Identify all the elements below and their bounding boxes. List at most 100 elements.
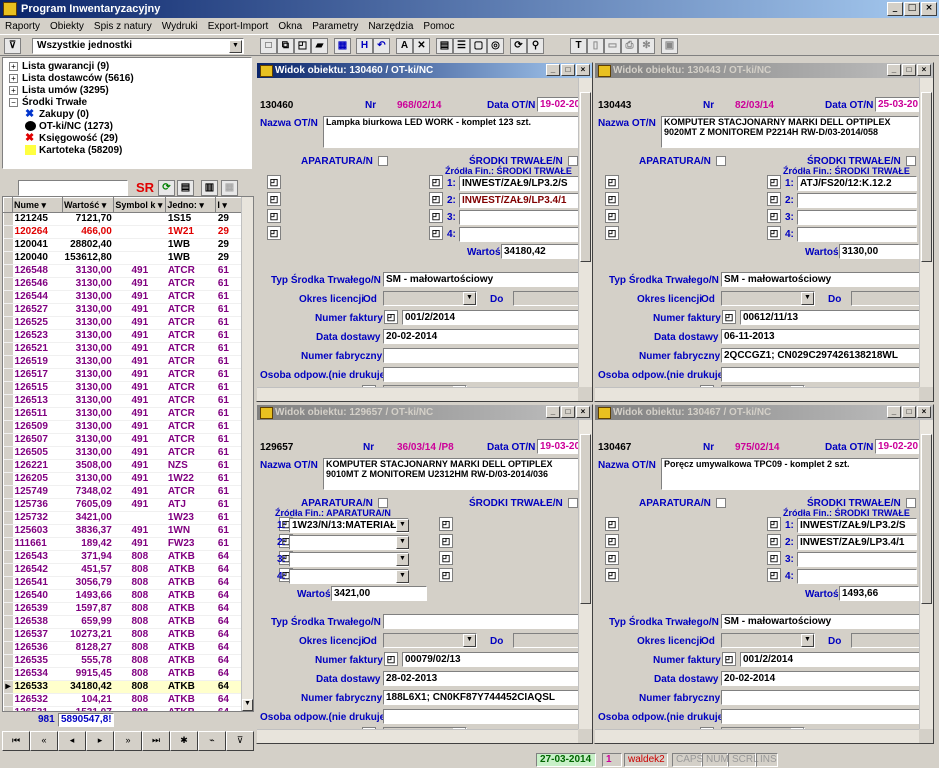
table-row[interactable]: ▸ 126533 34180,42 808 ATKB 64 <box>3 680 246 694</box>
invoice-picker-icon[interactable]: ◰ <box>384 310 398 324</box>
wartosc-field[interactable]: 1493,66 <box>839 586 919 601</box>
table-row[interactable]: 126513 3130,00 491 ATCR 61 <box>3 394 246 408</box>
vertical-scrollbar[interactable] <box>919 78 933 387</box>
horizontal-scrollbar[interactable] <box>595 729 919 743</box>
refresh-icon[interactable]: ⟳ <box>158 180 175 196</box>
table-row[interactable]: 126538 659,99 808 ATKB 64 <box>3 615 246 629</box>
picker-icon[interactable]: ◰ <box>605 175 619 189</box>
window-titlebar[interactable]: Widok obiektu: 129657 / OT-ki/NC _ □ × <box>257 405 592 420</box>
window-icon[interactable]: ▢ <box>470 38 487 54</box>
osoba-field[interactable] <box>721 709 919 724</box>
fin-source-field[interactable] <box>289 535 409 550</box>
scroll-thumb[interactable] <box>580 434 591 604</box>
minimize-button[interactable]: _ <box>546 406 560 418</box>
minimize-button[interactable]: _ <box>887 64 901 76</box>
expand-icon[interactable]: + <box>9 61 18 71</box>
fin-source-field[interactable]: INWEST/ZAŁ9/LP3.4/1 <box>797 535 917 550</box>
nazwa-field[interactable]: Poręcz umywalkowa TPC09 - komplet 2 szt. <box>661 458 919 490</box>
fin-source-field[interactable] <box>797 227 917 242</box>
stack-icon[interactable]: ▭ <box>604 38 621 54</box>
fabryczny-field[interactable]: 188L6X1; CN0KF87Y744452CIAQSL <box>383 690 578 705</box>
invoice-picker-icon[interactable]: ◰ <box>384 652 398 666</box>
fin-source-field[interactable]: INWEST/ZAŁ9/LP3.2/S <box>459 176 578 191</box>
srodki-checkbox[interactable] <box>567 156 578 167</box>
srodki-checkbox[interactable] <box>567 498 578 509</box>
picker-icon[interactable]: ◰ <box>767 551 781 565</box>
table-row[interactable]: 125736 7605,09 491 ATJ 61 <box>3 498 246 512</box>
faktura-field[interactable]: 001/2/2014 <box>402 310 578 325</box>
table-row[interactable]: 126536 8128,27 808 ATKB 64 <box>3 641 246 655</box>
table-row[interactable]: 126539 1597,87 808 ATKB 64 <box>3 602 246 616</box>
collapse-icon[interactable]: − <box>9 97 18 107</box>
t-icon[interactable]: T <box>570 38 587 54</box>
vertical-scrollbar[interactable] <box>919 420 933 729</box>
menu-wydruki[interactable]: Wydruki <box>157 21 203 32</box>
table-row[interactable]: 126541 3056,79 808 ATKB 64 <box>3 576 246 590</box>
chevron-down-icon[interactable]: ▼ <box>396 536 409 549</box>
table-row[interactable]: 120040 153612,80 1WB 29 <box>3 251 246 265</box>
fin-source-field[interactable]: INWEST/ZAŁ9/LP3.2/S <box>797 518 917 533</box>
data-ot-field[interactable]: 25-03-20 <box>875 97 919 112</box>
aparatura-checkbox[interactable] <box>715 156 726 167</box>
preview-icon[interactable]: ◰ <box>294 38 311 54</box>
invoice-picker-icon[interactable]: ◰ <box>722 310 736 324</box>
scroll-thumb[interactable] <box>921 434 932 604</box>
maximize-button[interactable]: □ <box>561 406 575 418</box>
close-button[interactable]: × <box>576 64 590 76</box>
dostawa-field[interactable]: 28-02-2013 <box>383 671 578 686</box>
osoba-field[interactable] <box>721 367 919 382</box>
licencja-do-field[interactable] <box>851 291 919 306</box>
table-row[interactable]: 126544 3130,00 491 ATCR 61 <box>3 290 246 304</box>
table-row[interactable]: 120041 28802,40 1WB 29 <box>3 238 246 252</box>
tree-item-ksiegowosc[interactable]: ✖ Księgowość (29) <box>25 133 118 144</box>
menu-obiekty[interactable]: Obiekty <box>45 21 89 32</box>
menu-pomoc[interactable]: Pomoc <box>418 21 459 32</box>
column-header-numer[interactable]: Nume ▾ <box>12 197 64 213</box>
horizontal-scrollbar[interactable] <box>257 387 578 401</box>
chevron-down-icon[interactable]: ▼ <box>396 570 409 583</box>
fin-source-field[interactable] <box>797 552 917 567</box>
picker-icon[interactable]: ◰ <box>429 226 443 240</box>
print-icon[interactable]: ⎙ <box>621 38 638 54</box>
table-row[interactable]: 126509 3130,00 491 ATCR 61 <box>3 420 246 434</box>
insert-record-icon[interactable]: ✱ <box>170 731 198 751</box>
menu-narzedzia[interactable]: Narzędzia <box>363 21 418 32</box>
picker-icon[interactable]: ◰ <box>439 551 453 565</box>
typ-field[interactable]: SM - małowartościowy <box>383 272 578 287</box>
horizontal-scrollbar[interactable] <box>257 729 578 743</box>
sr-label[interactable]: SR <box>136 180 154 195</box>
chevron-down-icon[interactable]: ▼ <box>801 292 814 305</box>
table-row[interactable]: 126519 3130,00 491 ATCR 61 <box>3 355 246 369</box>
h-icon[interactable]: H <box>356 38 373 54</box>
copy-icon[interactable]: ⧉ <box>277 38 294 54</box>
nazwa-field[interactable]: Lampka biurkowa LED WORK - komplet 123 s… <box>323 116 578 148</box>
vertical-scrollbar[interactable] <box>578 78 592 387</box>
wartosc-field[interactable]: 3421,00 <box>331 586 427 601</box>
table-row[interactable]: 126546 3130,00 491 ATCR 61 <box>3 277 246 291</box>
picker-icon[interactable]: ◰ <box>767 192 781 206</box>
tree-item-dostawcy[interactable]: + Lista dostawców (5616) <box>9 73 134 84</box>
data-ot-field[interactable]: 19-02-20 <box>875 439 919 454</box>
picker-icon[interactable]: ◰ <box>439 517 453 531</box>
refresh-icon[interactable]: ⟳ <box>510 38 527 54</box>
data-ot-field[interactable]: 19-03-20 <box>537 439 578 454</box>
dostawa-field[interactable]: 06-11-2013 <box>721 329 919 344</box>
chevron-down-icon[interactable]: ▼ <box>396 553 409 566</box>
table-icon[interactable]: ▤ <box>436 38 453 54</box>
maximize-button[interactable]: □ <box>904 2 920 16</box>
table-row[interactable]: 126507 3130,00 491 ATCR 61 <box>3 433 246 447</box>
table-row[interactable]: 126505 3130,00 491 ATCR 61 <box>3 446 246 460</box>
dostawa-field[interactable]: 20-02-2014 <box>383 329 578 344</box>
settings-icon[interactable]: ✻ <box>638 38 655 54</box>
cancel-record-icon[interactable]: ⌁ <box>198 731 226 751</box>
last-record-icon[interactable]: ⏭ <box>142 731 170 751</box>
maximize-button[interactable]: □ <box>902 64 916 76</box>
doc-icon[interactable]: ▯ <box>587 38 604 54</box>
first-record-icon[interactable]: ⏮ <box>2 731 30 751</box>
fin-source-field[interactable] <box>459 227 578 242</box>
fabryczny-field[interactable] <box>721 690 919 705</box>
fin-source-field[interactable] <box>459 210 578 225</box>
table-row[interactable]: 125603 3836,37 491 1WN 61 <box>3 524 246 538</box>
licencja-do-field[interactable] <box>513 291 578 306</box>
globe-icon[interactable]: ◎ <box>487 38 504 54</box>
